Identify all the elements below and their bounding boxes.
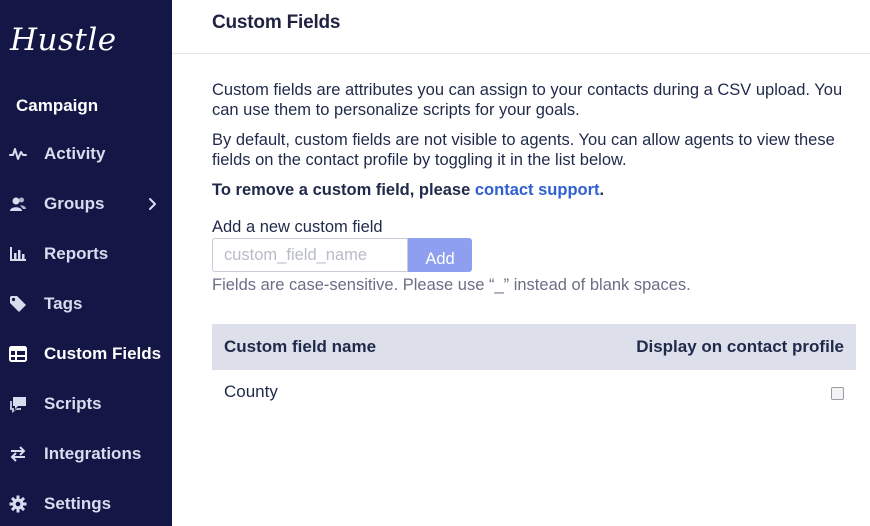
sidebar-item-reports[interactable]: Reports	[0, 236, 172, 272]
table-row: County	[212, 370, 856, 416]
remove-notice-end: .	[599, 181, 605, 199]
sidebar-item-tags[interactable]: Tags	[0, 286, 172, 322]
add-button[interactable]: Add	[408, 238, 472, 272]
sidebar-item-label: Scripts	[44, 394, 102, 413]
sidebar-item-groups[interactable]: Groups	[0, 186, 172, 222]
case-sensitivity-hint: Fields are case-sensitive. Please use “_…	[212, 276, 691, 294]
reports-icon	[9, 245, 27, 263]
column-header-display: Display on contact profile	[636, 337, 844, 356]
sidebar-item-custom-fields[interactable]: Custom Fields	[0, 336, 172, 372]
sidebar-item-integrations[interactable]: Integrations	[0, 436, 172, 472]
sidebar-item-label: Reports	[44, 244, 109, 263]
remove-notice: To remove a custom field, please contact…	[212, 180, 860, 200]
groups-icon	[9, 195, 27, 213]
sidebar: Hustle Campaign Activity Groups Reports …	[0, 0, 172, 526]
scripts-icon	[9, 395, 27, 413]
tag-icon	[9, 295, 27, 313]
integrations-icon	[9, 445, 27, 463]
custom-fields-table: Custom field name Display on contact pro…	[212, 324, 856, 416]
visibility-paragraph: By default, custom fields are not visibl…	[212, 131, 835, 169]
sidebar-item-label: Custom Fields	[44, 344, 162, 363]
sidebar-item-label: Integrations	[44, 444, 142, 463]
contact-support-link[interactable]: contact support	[475, 181, 600, 199]
page-title: Custom Fields	[212, 12, 341, 33]
field-name-cell: County	[224, 382, 278, 401]
table-header: Custom field name Display on contact pro…	[212, 324, 856, 370]
gear-icon	[9, 495, 27, 513]
header-divider	[172, 53, 870, 54]
sidebar-item-label: Groups	[44, 194, 105, 213]
sidebar-item-settings[interactable]: Settings	[0, 486, 172, 522]
hustle-logo[interactable]: Hustle	[10, 22, 117, 58]
sidebar-item-activity[interactable]: Activity	[0, 136, 172, 172]
display-on-profile-checkbox[interactable]	[831, 387, 844, 400]
chevron-right-icon[interactable]	[146, 196, 160, 212]
campaign-heading: Campaign	[16, 96, 99, 115]
add-field-label: Add a new custom field	[212, 218, 383, 236]
intro-paragraph: Custom fields are attributes you can ass…	[212, 81, 843, 119]
main-content: Custom Fields Custom fields are attribut…	[172, 0, 870, 526]
custom-field-name-input[interactable]	[212, 238, 408, 272]
column-header-name: Custom field name	[224, 337, 377, 356]
activity-icon	[9, 145, 27, 163]
sidebar-item-label: Settings	[44, 494, 112, 513]
sidebar-item-scripts[interactable]: Scripts	[0, 386, 172, 422]
custom-fields-icon	[9, 345, 27, 363]
sidebar-item-label: Activity	[44, 144, 106, 163]
sidebar-item-label: Tags	[44, 294, 83, 313]
remove-notice-text: To remove a custom field, please	[212, 181, 475, 199]
